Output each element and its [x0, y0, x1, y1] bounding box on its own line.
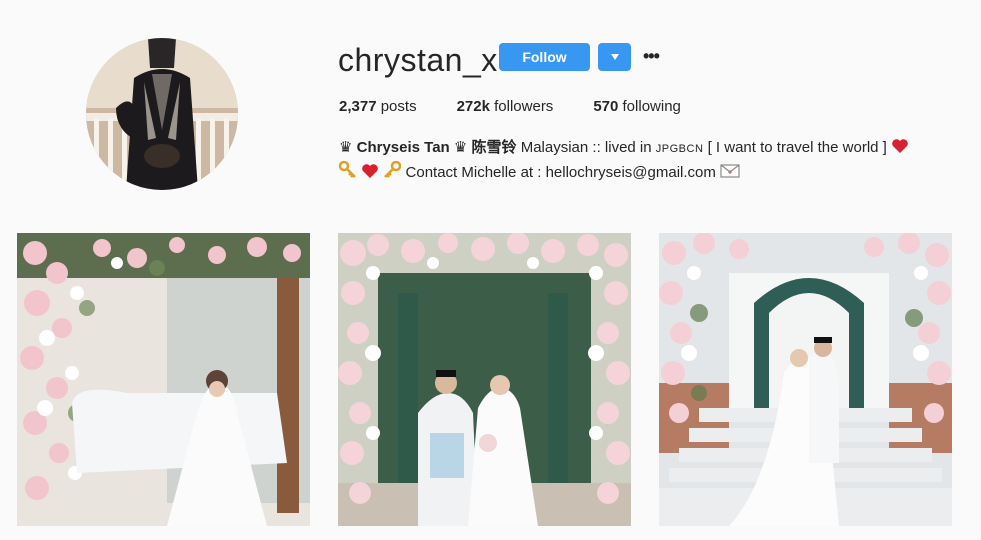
following-count: 570 — [593, 98, 619, 115]
followers-label: followers — [494, 98, 554, 115]
full-name: Chryseis Tan — [356, 139, 450, 156]
bio-text: Malaysian :: lived in — [520, 139, 652, 156]
caret-down-icon — [610, 54, 619, 60]
posts-label: posts — [380, 98, 417, 115]
bio-line-1: ♛ Chryseis Tan ♛ 陈雪铃 Malaysian :: lived … — [339, 136, 959, 161]
heart-icon — [892, 139, 908, 153]
following-label: following — [622, 98, 681, 115]
profile-bio: ♛ Chryseis Tan ♛ 陈雪铃 Malaysian :: lived … — [339, 136, 959, 185]
envelope-icon — [720, 164, 740, 178]
bio-line-2: Contact Michelle at : hellochryseis@gmai… — [339, 161, 959, 185]
post-thumbnail[interactable] — [338, 233, 631, 526]
bio-location: JPGBCN — [655, 143, 704, 155]
crown-icon: ♛ — [453, 139, 468, 156]
followers-count: 272k — [456, 98, 490, 115]
contact-text: Contact Michelle at : hellochryseis@gmai… — [405, 164, 716, 181]
profile-username: chrystan_x — [338, 42, 498, 78]
followers-stat[interactable]: 272k followers — [457, 96, 554, 118]
posts-stat: 2,377 posts — [339, 96, 417, 118]
heart-icon — [362, 164, 378, 178]
wedding-photo-icon — [659, 233, 952, 526]
follow-button[interactable]: Follow — [499, 43, 590, 71]
wedding-photo-icon — [17, 233, 310, 526]
posts-count: 2,377 — [339, 98, 377, 115]
wedding-photo-icon — [338, 233, 631, 526]
key-icon — [384, 161, 402, 178]
suggestions-dropdown-button[interactable] — [598, 43, 631, 71]
ellipsis-icon[interactable]: ••• — [643, 45, 661, 67]
post-thumbnail[interactable] — [17, 233, 310, 526]
chinese-name: 陈雪铃 — [471, 139, 517, 156]
following-stat[interactable]: 570 following — [593, 96, 681, 118]
crown-icon: ♛ — [339, 139, 353, 156]
post-thumbnail[interactable] — [659, 233, 952, 526]
profile-stats: 2,377 posts 272k followers 570 following — [339, 96, 721, 118]
bio-tagline: [ I want to travel the world ] — [707, 139, 887, 156]
key-icon — [339, 161, 356, 178]
profile-avatar[interactable] — [86, 38, 238, 190]
